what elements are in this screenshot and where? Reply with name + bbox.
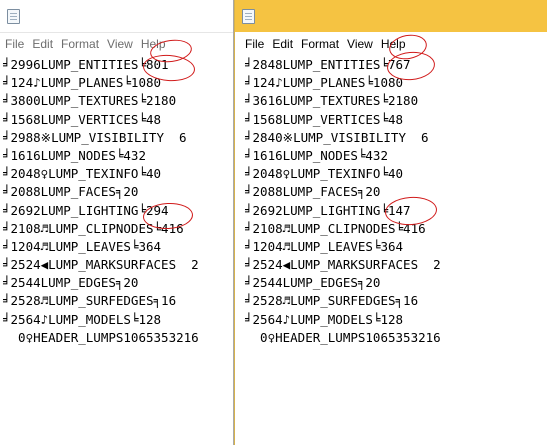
text-line: ╛124♪LUMP_PLANES╘1080 xyxy=(245,75,404,91)
text-line: 0♀HEADER_LUMPS1065353216 xyxy=(245,329,441,345)
menu-format[interactable]: Format xyxy=(57,34,103,54)
notepad-window-left: File Edit Format View Help ╛2996LUMP_ENTITIE… xyxy=(0,0,234,445)
text-area[interactable]: ╛2848LUMP_ENTITIES╘767 ╛124♪LUMP_PLANES╘… xyxy=(235,56,547,445)
text-line: ╛2544LUMP_EDGES╕20 xyxy=(3,275,139,291)
text-line: ╛2088LUMP_FACES╕20 xyxy=(245,184,381,200)
text-line: ╛1204♬LUMP_LEAVES╘364 xyxy=(3,238,162,254)
text-line: ╛2840※LUMP_VISIBILITY 6 xyxy=(245,129,429,145)
menu-view[interactable]: View xyxy=(343,34,377,54)
text-line: ╛2692LUMP_LIGHTING╘294 xyxy=(3,202,169,218)
menu-format[interactable]: Format xyxy=(297,34,343,54)
menu-edit[interactable]: Edit xyxy=(268,34,297,54)
text-line: ╛2048♀LUMP_TEXINFO╘40 xyxy=(3,166,162,182)
text-line: ╛2048♀LUMP_TEXINFO╘40 xyxy=(245,166,404,182)
text-line: ╛2988※LUMP_VISIBILITY 6 xyxy=(3,129,187,145)
menu-help[interactable]: Help xyxy=(377,34,410,54)
text-line: ╛1568LUMP_VERTICES╘48 xyxy=(3,111,162,127)
text-line: ╛2524◀LUMP_MARKSURFACES 2 xyxy=(3,257,199,273)
notepad-icon xyxy=(242,9,255,24)
text-line: ╛2108♬LUMP_CLIPNODES╘416 xyxy=(3,220,184,236)
menu-help[interactable]: Help xyxy=(137,34,170,54)
text-line: ╛2088LUMP_FACES╕20 xyxy=(3,184,139,200)
text-area[interactable]: ╛2996LUMP_ENTITIES╘801 ╛124♪LUMP_PLANES╘… xyxy=(0,56,233,445)
text-line: ╛2564♪LUMP_MODELS╘128 xyxy=(245,311,404,327)
text-line: ╛1616LUMP_NODES╘432 xyxy=(3,147,146,163)
menu-view[interactable]: View xyxy=(103,34,137,54)
text-line: ╛2544LUMP_EDGES╕20 xyxy=(245,275,381,291)
text-line: ╛3616LUMP_TEXTURES╘2180 xyxy=(245,93,419,109)
text-line: ╛1568LUMP_VERTICES╘48 xyxy=(245,111,404,127)
text-line: ╛124♪LUMP_PLANES╘1080 xyxy=(3,75,162,91)
text-line: ╛2524◀LUMP_MARKSURFACES 2 xyxy=(245,257,441,273)
text-line: ╛2528♬LUMP_SURFEDGES╕16 xyxy=(3,293,177,309)
notepad-icon xyxy=(7,9,20,24)
text-line: ╛1616LUMP_NODES╘432 xyxy=(245,147,388,163)
menu-file[interactable]: File xyxy=(1,34,28,54)
text-line: ╛2564♪LUMP_MODELS╘128 xyxy=(3,311,162,327)
text-line: ╛2848LUMP_ENTITIES╘767 xyxy=(245,57,411,72)
menu-bar: File Edit Format View Help xyxy=(235,34,547,54)
menu-bar: File Edit Format View Help xyxy=(0,34,233,54)
menu-file[interactable]: File xyxy=(241,34,268,54)
menu-edit[interactable]: Edit xyxy=(28,34,57,54)
text-line: ╛2108♬LUMP_CLIPNODES╘416 xyxy=(245,220,426,236)
text-line: ╛3800LUMP_TEXTURES╘2180 xyxy=(3,93,177,109)
title-bar[interactable] xyxy=(235,0,547,32)
notepad-window-right: File Edit Format View Help ╛2848LUMP_ENTITIE… xyxy=(234,0,547,445)
text-line: 0♀HEADER_LUMPS1065353216 xyxy=(3,329,199,345)
text-line: ╛2996LUMP_ENTITIES╘801 xyxy=(3,57,169,72)
text-line: ╛2692LUMP_LIGHTING╘147 xyxy=(245,202,411,218)
text-line: ╛2528♬LUMP_SURFEDGES╕16 xyxy=(245,293,419,309)
title-bar[interactable] xyxy=(0,0,233,33)
text-line: ╛1204♬LUMP_LEAVES╘364 xyxy=(245,238,404,254)
